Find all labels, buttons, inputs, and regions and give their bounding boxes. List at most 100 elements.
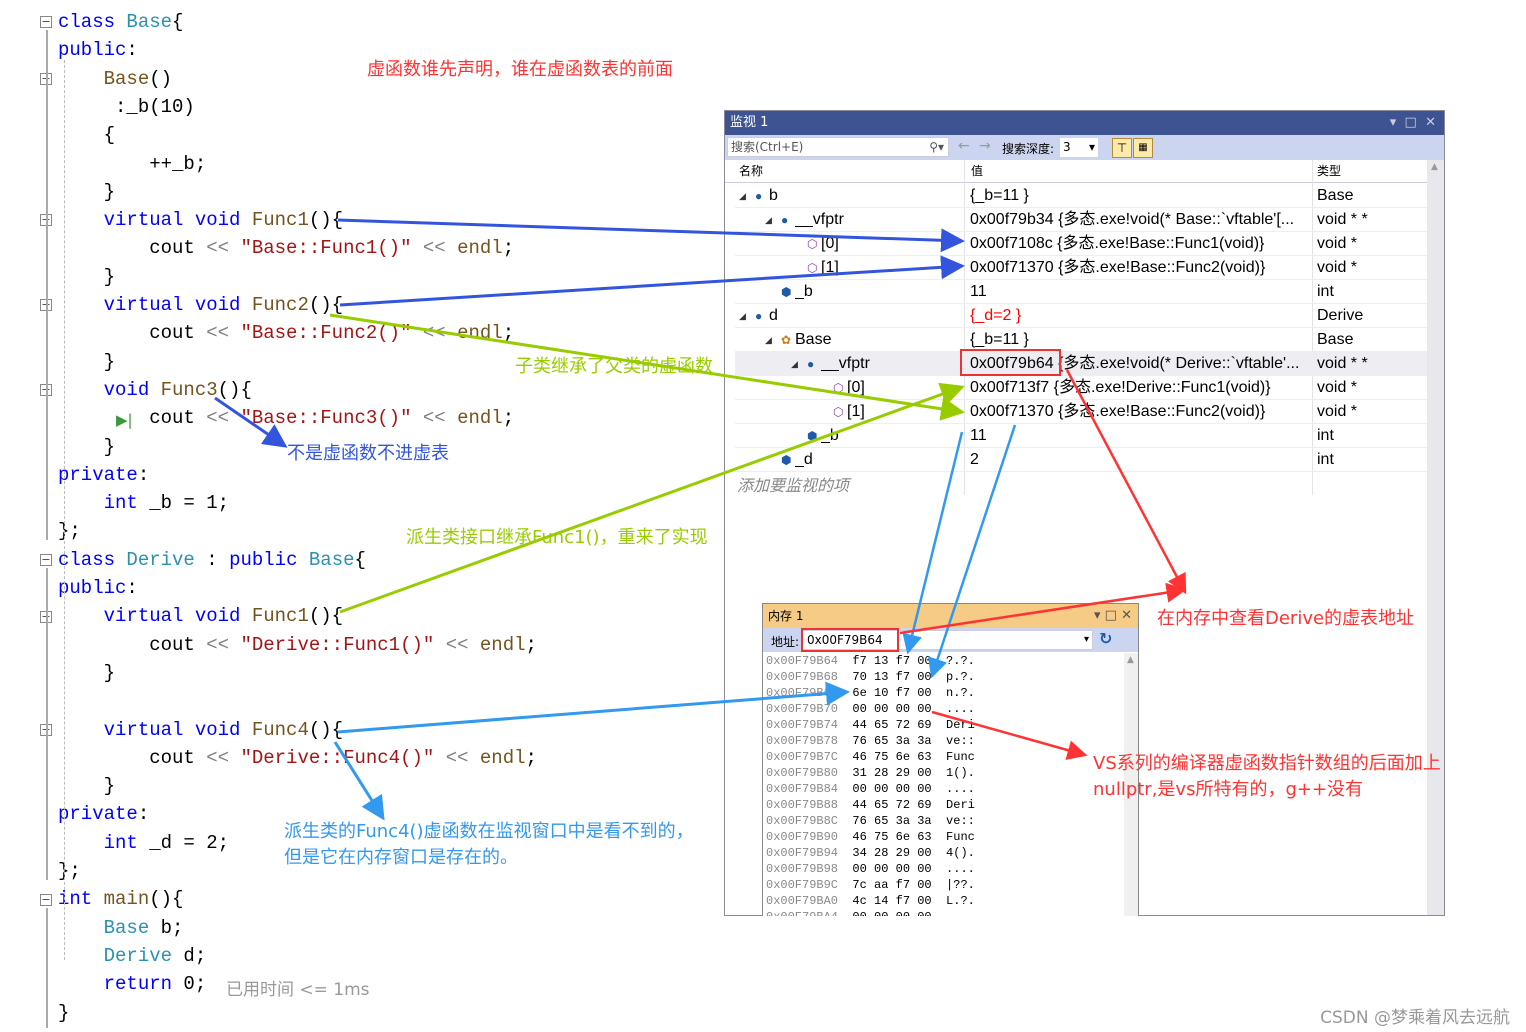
memory-row[interactable]: 0x00F79B6C 6e 10 f7 00 n.?. (766, 685, 975, 701)
code-line[interactable]: Base() (58, 65, 172, 93)
memory-row[interactable]: 0x00F79B94 34 28 29 00 4(). (766, 845, 975, 861)
code-line[interactable]: }; (58, 857, 81, 885)
code-line[interactable]: private: (58, 800, 149, 828)
code-line[interactable]: } (58, 263, 115, 291)
watch-row[interactable]: ◢ ✿ Base {_b=11 } Base (735, 328, 1427, 352)
maximize-icon[interactable]: □ (1105, 608, 1117, 623)
code-line[interactable]: } (58, 772, 115, 800)
code-line[interactable]: virtual void Func2(){ (58, 291, 343, 319)
code-line[interactable]: virtual void Func4(){ (58, 716, 343, 744)
memory-row[interactable]: 0x00F79B8C 76 65 3a 3a ve:: (766, 813, 975, 829)
memory-row[interactable]: 0x00F79B7C 46 75 6e 63 Func (766, 749, 975, 765)
memory-row[interactable]: 0x00F79B80 31 28 29 00 1(). (766, 765, 975, 781)
watch-value[interactable]: {_b=11 } (970, 328, 1315, 352)
watch-value[interactable]: {_d=2 } (970, 304, 1315, 328)
watch-row[interactable]: ⬡ [1] 0x00f71370 {多态.exe!Base::Func2(void)… (735, 400, 1427, 424)
fold-toggle[interactable]: − (40, 16, 52, 28)
watch-row[interactable]: ◢ ● __vfptr 0x00f79b64 {多态.exe!void(* Deriv… (735, 352, 1427, 376)
code-line[interactable]: }; (58, 517, 81, 545)
expand-toggle-icon[interactable]: ◢ (739, 184, 746, 208)
code-line[interactable]: public: (58, 36, 138, 64)
code-line[interactable]: virtual void Func1(){ (58, 206, 343, 234)
code-line[interactable]: int _d = 2; (58, 829, 229, 857)
memory-row[interactable]: 0x00F79B74 44 65 72 69 Deri (766, 717, 975, 733)
search-icon[interactable]: ⚲▾ (929, 138, 944, 156)
memory-row[interactable]: 0x00F79B88 44 65 72 69 Deri (766, 797, 975, 813)
code-line[interactable]: public: (58, 574, 138, 602)
code-line[interactable]: :_b(10) (58, 93, 195, 121)
memory-row[interactable]: 0x00F79B70 00 00 00 00 .... (766, 701, 975, 717)
code-line[interactable]: } (58, 178, 115, 206)
code-line[interactable]: class Base{ (58, 8, 183, 36)
memory-row[interactable]: 0x00F79B84 00 00 00 00 .... (766, 781, 975, 797)
watch-row[interactable]: ⬢ _b 11 int (735, 424, 1427, 448)
watch-row[interactable]: ⬢ _b 11 int (735, 280, 1427, 304)
code-line[interactable]: } (58, 433, 115, 461)
memory-row[interactable]: 0x00F79B9C 7c aa f7 00 |??. (766, 877, 975, 893)
expand-toggle-icon[interactable]: ◢ (791, 352, 798, 376)
watch-row[interactable]: ⬡ [0] 0x00f713f7 {多态.exe!Derive::Func1(voi… (735, 376, 1427, 400)
watch-value[interactable]: 11 (970, 280, 1315, 304)
watch-scrollbar[interactable]: ▲ (1427, 160, 1444, 915)
memory-row[interactable]: 0x00F79BA0 4c 14 f7 00 L.?. (766, 893, 975, 909)
dropdown-icon[interactable]: ▾ (1390, 115, 1397, 130)
code-line[interactable]: Base b; (58, 914, 184, 942)
expand-toggle-icon[interactable]: ◢ (739, 304, 746, 328)
expand-toggle-icon[interactable]: ◢ (765, 328, 772, 352)
code-line[interactable]: } (58, 999, 69, 1027)
code-line[interactable]: return 0; (58, 970, 207, 998)
watch-value[interactable]: 2 (970, 448, 1315, 472)
code-line[interactable]: cout << "Base::Func1()" << endl; (58, 234, 514, 262)
watch-value[interactable]: 0x00f71370 {多态.exe!Base::Func2(void)} (970, 400, 1315, 424)
code-line[interactable]: class Derive : public Base{ (58, 546, 366, 574)
code-line[interactable]: Derive d; (58, 942, 207, 970)
column-value[interactable]: 值 (971, 160, 983, 183)
dropdown-icon[interactable]: ▾ (1094, 608, 1101, 623)
code-line[interactable]: private: (58, 461, 149, 489)
close-icon[interactable]: ✕ (1425, 115, 1436, 130)
code-line[interactable]: cout << "Base::Func2()" << endl; (58, 319, 514, 347)
code-line[interactable]: } (58, 659, 115, 687)
watch-row[interactable]: ◢ ● __vfptr 0x00f79b34 {多态.exe!void(* Base:… (735, 208, 1427, 232)
memory-row[interactable]: 0x00F79B68 70 13 f7 00 p.?. (766, 669, 975, 685)
fold-toggle[interactable]: − (40, 554, 52, 566)
watch-row[interactable]: ⬡ [1] 0x00f71370 {多态.exe!Base::Func2(void)… (735, 256, 1427, 280)
watch-value[interactable]: 0x00f71370 {多态.exe!Base::Func2(void)} (970, 256, 1315, 280)
watch-row[interactable]: ◢ ● b {_b=11 } Base (735, 184, 1427, 208)
memory-row[interactable]: 0x00F79B64 f7 13 f7 00 ?.?. (766, 653, 975, 669)
code-line[interactable]: { (58, 121, 115, 149)
code-line[interactable]: cout << "Derive::Func1()" << endl; (58, 631, 537, 659)
code-line[interactable]: int _b = 1; (58, 489, 229, 517)
watch-value[interactable]: 0x00f7108c {多态.exe!Base::Func1(void)} (970, 232, 1315, 256)
code-line[interactable]: ++_b; (58, 150, 206, 178)
watch-value[interactable]: 0x00f79b64 {多态.exe!void(* Derive::`vftab… (970, 352, 1315, 376)
fold-toggle[interactable]: − (40, 894, 52, 906)
add-watch-item[interactable]: 添加要监视的项 (737, 472, 849, 496)
watch-row[interactable]: ⬢ _d 2 int (735, 448, 1427, 472)
watch-search-input[interactable]: 搜索(Ctrl+E) ⚲▾ (727, 137, 949, 157)
code-line[interactable]: int main(){ (58, 885, 183, 913)
watch-value[interactable]: 0x00f713f7 {多态.exe!Derive::Func1(void)} (970, 376, 1315, 400)
code-line[interactable]: void Func3(){ (58, 376, 252, 404)
watch-value[interactable]: {_b=11 } (970, 184, 1315, 208)
close-icon[interactable]: ✕ (1121, 608, 1132, 623)
watch-value[interactable]: 11 (970, 424, 1315, 448)
memory-row[interactable]: 0x00F79BA4 00 00 00 00 (766, 909, 946, 916)
maximize-icon[interactable]: □ (1405, 115, 1417, 130)
column-type[interactable]: 类型 (1317, 160, 1341, 183)
refresh-icon[interactable]: ↻ (1099, 629, 1112, 648)
watch-row[interactable]: ◢ ● d {_d=2 } Derive (735, 304, 1427, 328)
watch-value[interactable]: 0x00f79b34 {多态.exe!void(* Base::`vftable… (970, 208, 1315, 232)
hex-display-button[interactable]: ▦ (1133, 138, 1153, 158)
code-line[interactable]: } (58, 348, 115, 376)
back-arrow-icon[interactable]: ← (958, 138, 970, 154)
forward-arrow-icon[interactable]: → (979, 138, 991, 154)
code-line[interactable]: virtual void Func1(){ (58, 602, 343, 630)
memory-row[interactable]: 0x00F79B98 00 00 00 00 .... (766, 861, 975, 877)
memory-row[interactable]: 0x00F79B90 46 75 6e 63 Func (766, 829, 975, 845)
column-name[interactable]: 名称 (739, 160, 763, 183)
watch-row[interactable]: ⬡ [0] 0x00f7108c {多态.exe!Base::Func1(void)… (735, 232, 1427, 256)
code-line[interactable]: cout << "Derive::Func4()" << endl; (58, 744, 537, 772)
pin-button[interactable]: ⊤ (1112, 138, 1132, 158)
run-to-cursor-icon[interactable]: ▶| (116, 411, 133, 429)
